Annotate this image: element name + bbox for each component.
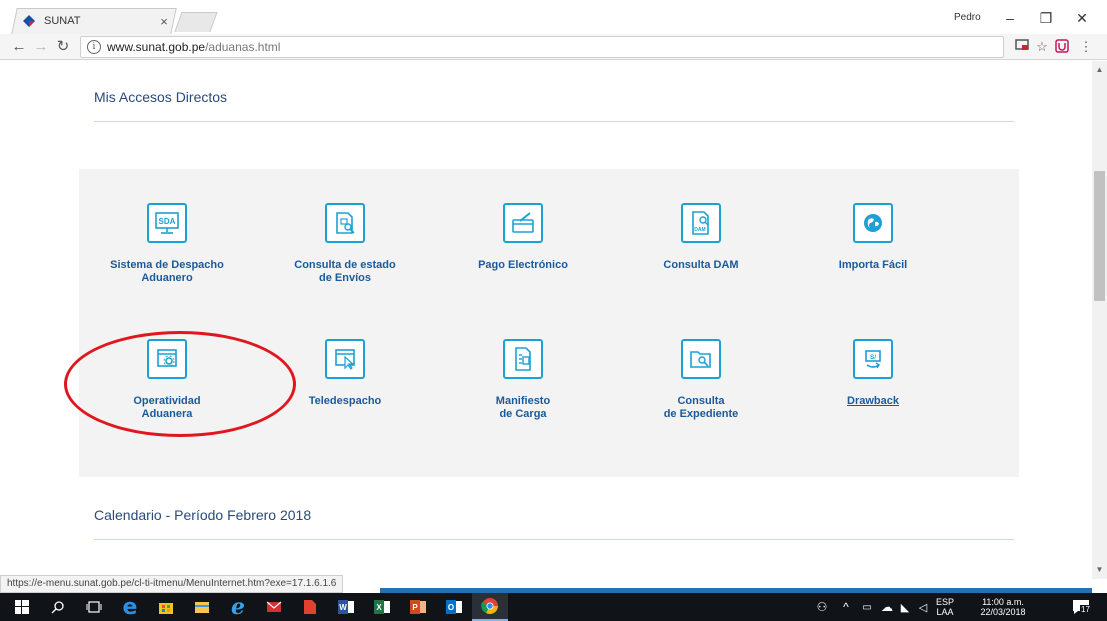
task-view-icon[interactable] xyxy=(76,593,112,621)
clock-date: 22/03/2018 xyxy=(980,607,1026,617)
browser-tab-content[interactable]: SUNAT × xyxy=(22,10,172,32)
card-pen-icon xyxy=(503,203,543,243)
shortcut-consulta-expediente[interactable]: Consulta de Expediente xyxy=(626,339,776,421)
onedrive-cloud-icon[interactable]: ☁ xyxy=(878,593,896,621)
svg-text:P: P xyxy=(412,603,418,612)
tab-close-icon[interactable]: × xyxy=(156,14,172,29)
store-icon[interactable] xyxy=(148,593,184,621)
input-language[interactable]: ESP LAA xyxy=(934,597,956,617)
lang-bottom: LAA xyxy=(936,607,954,617)
search-icon[interactable] xyxy=(40,593,76,621)
restore-icon[interactable]: ❐ xyxy=(1030,8,1062,28)
shortcut-manifiesto-carga[interactable]: Manifiesto de Carga xyxy=(448,339,598,421)
svg-text:O: O xyxy=(448,603,454,612)
cast-icon[interactable] xyxy=(1014,39,1030,55)
scroll-down-icon[interactable]: ▼ xyxy=(1092,563,1107,577)
close-window-icon[interactable]: ✕ xyxy=(1066,8,1098,28)
word-icon[interactable]: W xyxy=(328,593,364,621)
windows-taskbar: e e W X P O ⚇ ^ ▭ ☁ ◣ ◁ ESP LAA 11:00 a.… xyxy=(0,593,1107,621)
highlight-ellipse xyxy=(64,331,296,437)
url-path: /aduanas.html xyxy=(205,40,281,54)
mail-app-icon[interactable] xyxy=(256,593,292,621)
scroll-up-icon[interactable]: ▲ xyxy=(1092,63,1107,77)
minimize-icon[interactable]: – xyxy=(994,8,1026,28)
tab-title: SUNAT xyxy=(44,15,81,27)
shortcut-importa-facil[interactable]: Importa Fácil xyxy=(798,203,948,272)
svg-text:DAM: DAM xyxy=(694,227,705,233)
menu-dots-icon[interactable]: ⋮ xyxy=(1078,39,1094,55)
shortcut-label: Importa Fácil xyxy=(838,259,908,271)
svg-text:S/: S/ xyxy=(870,354,876,361)
shortcut-drawback[interactable]: S/ Drawback xyxy=(798,339,948,408)
tray-chevron-icon[interactable]: ^ xyxy=(838,593,854,621)
clock[interactable]: 11:00 a.m. 22/03/2018 xyxy=(964,597,1042,617)
shortcut-label: Consulta de estado de Envíos xyxy=(294,259,396,284)
shortcut-consulta-envios[interactable]: Consulta de estado de Envíos xyxy=(270,203,420,285)
bookmark-star-icon[interactable]: ☆ xyxy=(1034,39,1050,55)
shortcut-label: Sistema de Despacho Aduanero xyxy=(110,259,224,284)
forward-arrow-icon[interactable]: → xyxy=(32,38,50,56)
edge-browser-icon[interactable]: e xyxy=(112,593,148,621)
shortcut-label: Consulta de Expediente xyxy=(663,395,739,420)
vertical-scrollbar[interactable]: ▲ ▼ xyxy=(1092,61,1107,579)
soles-refund-icon: S/ xyxy=(853,339,893,379)
lang-top: ESP xyxy=(935,597,954,607)
shortcut-label: Consulta DAM xyxy=(663,259,739,271)
section-title-accesos: Mis Accesos Directos xyxy=(94,89,228,105)
svg-text:W: W xyxy=(339,603,347,612)
shortcut-consulta-dam[interactable]: DAM Consulta DAM xyxy=(626,203,776,272)
address-bar[interactable]: i www.sunat.gob.pe /aduanas.html xyxy=(80,36,1004,58)
sunat-favicon-icon xyxy=(23,15,35,27)
chrome-icon[interactable] xyxy=(472,593,508,621)
scroll-thumb[interactable] xyxy=(1094,171,1105,301)
powerpoint-icon[interactable]: P xyxy=(400,593,436,621)
section-divider xyxy=(94,539,1014,540)
clock-time: 11:00 a.m. xyxy=(982,597,1024,607)
globe-icon xyxy=(853,203,893,243)
outlook-icon[interactable]: O xyxy=(436,593,472,621)
windows-start-icon[interactable] xyxy=(4,593,40,621)
internet-explorer-icon[interactable]: e xyxy=(220,593,256,621)
profile-name[interactable]: Pedro xyxy=(954,12,981,23)
window-cursor-icon xyxy=(325,339,365,379)
svg-text:X: X xyxy=(376,603,382,612)
wifi-icon[interactable]: ◣ xyxy=(896,593,914,621)
shortcut-label: Drawback xyxy=(847,395,899,407)
action-center-icon[interactable]: 17 xyxy=(1066,593,1096,621)
shortcut-sistema-despacho[interactable]: SDA Sistema de Despacho Aduanero xyxy=(92,203,242,285)
new-tab-button[interactable] xyxy=(174,12,218,32)
pdf-reader-icon[interactable] xyxy=(292,593,328,621)
notification-count: 17 xyxy=(1080,605,1091,614)
section-divider xyxy=(94,121,1014,122)
reload-icon[interactable]: ↻ xyxy=(54,38,72,56)
url-host: www.sunat.gob.pe xyxy=(107,40,206,54)
shortcut-label: Pago Electrónico xyxy=(478,259,568,271)
status-bubble: https://e-menu.sunat.gob.pe/cl-ti-itmenu… xyxy=(0,575,344,593)
dam-document-icon: DAM xyxy=(681,203,721,243)
people-icon[interactable]: ⚇ xyxy=(812,593,832,621)
shortcut-pago-electronico[interactable]: Pago Electrónico xyxy=(448,203,598,272)
document-search-icon xyxy=(325,203,365,243)
folder-search-icon xyxy=(681,339,721,379)
section-title-calendario: Calendario - Período Febrero 2018 xyxy=(94,507,312,523)
battery-icon[interactable]: ▭ xyxy=(858,593,876,621)
back-arrow-icon[interactable]: ← xyxy=(10,38,28,56)
browser-toolbar: ← → ↻ i www.sunat.gob.pe /aduanas.html ☆… xyxy=(0,34,1107,60)
volume-icon[interactable]: ◁ xyxy=(914,593,932,621)
svg-text:SDA: SDA xyxy=(159,217,176,226)
extension-shield-icon[interactable] xyxy=(1054,39,1070,55)
title-bar: SUNAT × Pedro – ❐ ✕ xyxy=(0,0,1107,34)
file-explorer-icon[interactable] xyxy=(184,593,220,621)
site-info-icon[interactable]: i xyxy=(87,40,101,54)
excel-icon[interactable]: X xyxy=(364,593,400,621)
manifest-icon xyxy=(503,339,543,379)
sda-monitor-icon: SDA xyxy=(147,203,187,243)
page-content: Mis Accesos Directos SDA Sistema de Desp… xyxy=(0,61,1092,579)
shortcut-label: Manifiesto de Carga xyxy=(495,395,551,420)
shortcut-label: Teledespacho xyxy=(308,395,382,407)
